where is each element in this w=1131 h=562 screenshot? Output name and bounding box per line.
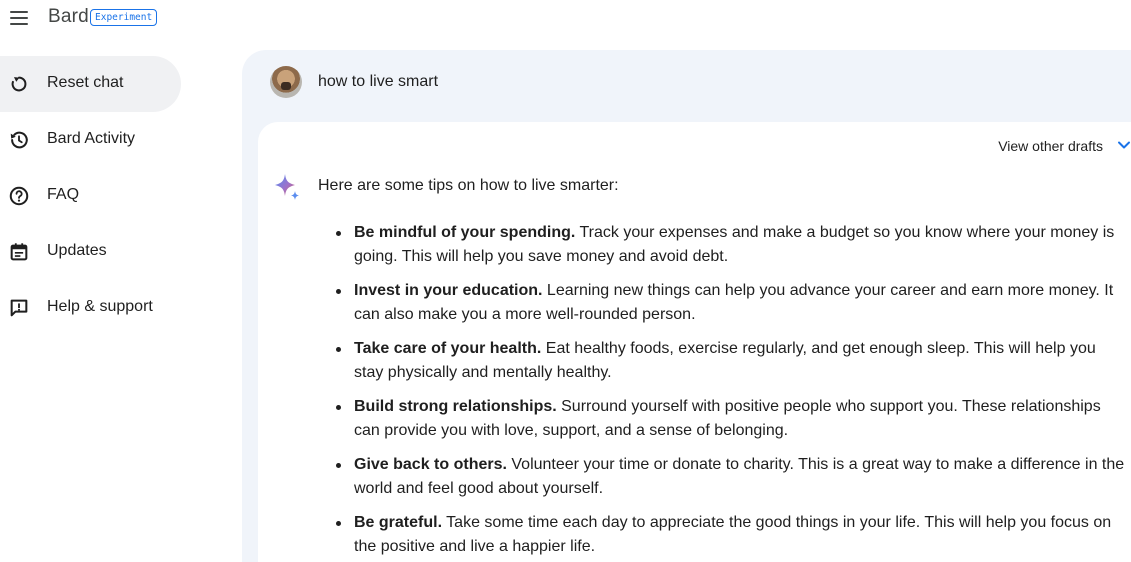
tip-title: Invest in your education. xyxy=(354,282,543,299)
history-icon xyxy=(10,131,28,149)
sidebar: Reset chat Bard Activity FAQ Updates Hel… xyxy=(0,56,240,336)
sidebar-item-label: Reset chat xyxy=(47,74,124,91)
sidebar-item-reset-chat[interactable]: Reset chat xyxy=(0,56,181,112)
list-item: Take care of your health. Eat healthy fo… xyxy=(336,337,1126,385)
tip-title: Be mindful of your spending. xyxy=(354,224,576,241)
sidebar-item-label: FAQ xyxy=(47,186,80,203)
avatar[interactable] xyxy=(270,66,302,98)
user-prompt: how to live smart xyxy=(318,73,439,90)
menu-icon[interactable] xyxy=(10,7,32,29)
tip-title: Build strong relationships. xyxy=(354,398,557,415)
sidebar-item-help-support[interactable]: Help & support xyxy=(0,280,181,336)
tip-body: Take some time each day to appreciate th… xyxy=(354,514,1112,555)
chevron-down-icon[interactable] xyxy=(1117,140,1131,150)
list-item: Invest in your education. Learning new t… xyxy=(336,279,1126,327)
sidebar-item-label: Bard Activity xyxy=(47,130,136,147)
tip-title: Take care of your health. xyxy=(354,340,542,357)
sidebar-item-label: Help & support xyxy=(47,298,153,315)
bard-response: View other drafts Here are some tips on … xyxy=(258,122,1131,562)
list-item: Build strong relationships. Surround you… xyxy=(336,395,1126,443)
tip-title: Be grateful. xyxy=(354,514,443,531)
reset-icon xyxy=(11,76,27,92)
chat-panel: how to live smart View other drafts Here… xyxy=(242,50,1131,562)
response-intro: Here are some tips on how to live smarte… xyxy=(318,177,619,194)
experiment-badge: Experiment xyxy=(90,9,158,26)
list-item: Give back to others. Volunteer your time… xyxy=(336,453,1126,501)
calendar-icon xyxy=(10,243,28,261)
help-circle-icon xyxy=(9,186,29,206)
tip-title: Give back to others. xyxy=(354,456,507,473)
app-name[interactable]: Bard xyxy=(48,6,89,28)
user-message: how to live smart xyxy=(270,66,438,98)
bard-sparkle-icon xyxy=(275,174,299,200)
sidebar-item-label: Updates xyxy=(47,242,107,259)
feedback-icon xyxy=(10,299,28,317)
list-item: Be grateful. Take some time each day to … xyxy=(336,511,1126,559)
list-item: Be mindful of your spending. Track your … xyxy=(336,221,1126,269)
view-other-drafts-button[interactable]: View other drafts xyxy=(998,138,1103,154)
tips-list: Be mindful of your spending. Track your … xyxy=(336,221,1126,562)
sidebar-item-updates[interactable]: Updates xyxy=(0,224,181,280)
sidebar-item-faq[interactable]: FAQ xyxy=(0,168,181,224)
app-header: Bard Experiment xyxy=(0,0,240,36)
sidebar-item-bard-activity[interactable]: Bard Activity xyxy=(0,112,181,168)
